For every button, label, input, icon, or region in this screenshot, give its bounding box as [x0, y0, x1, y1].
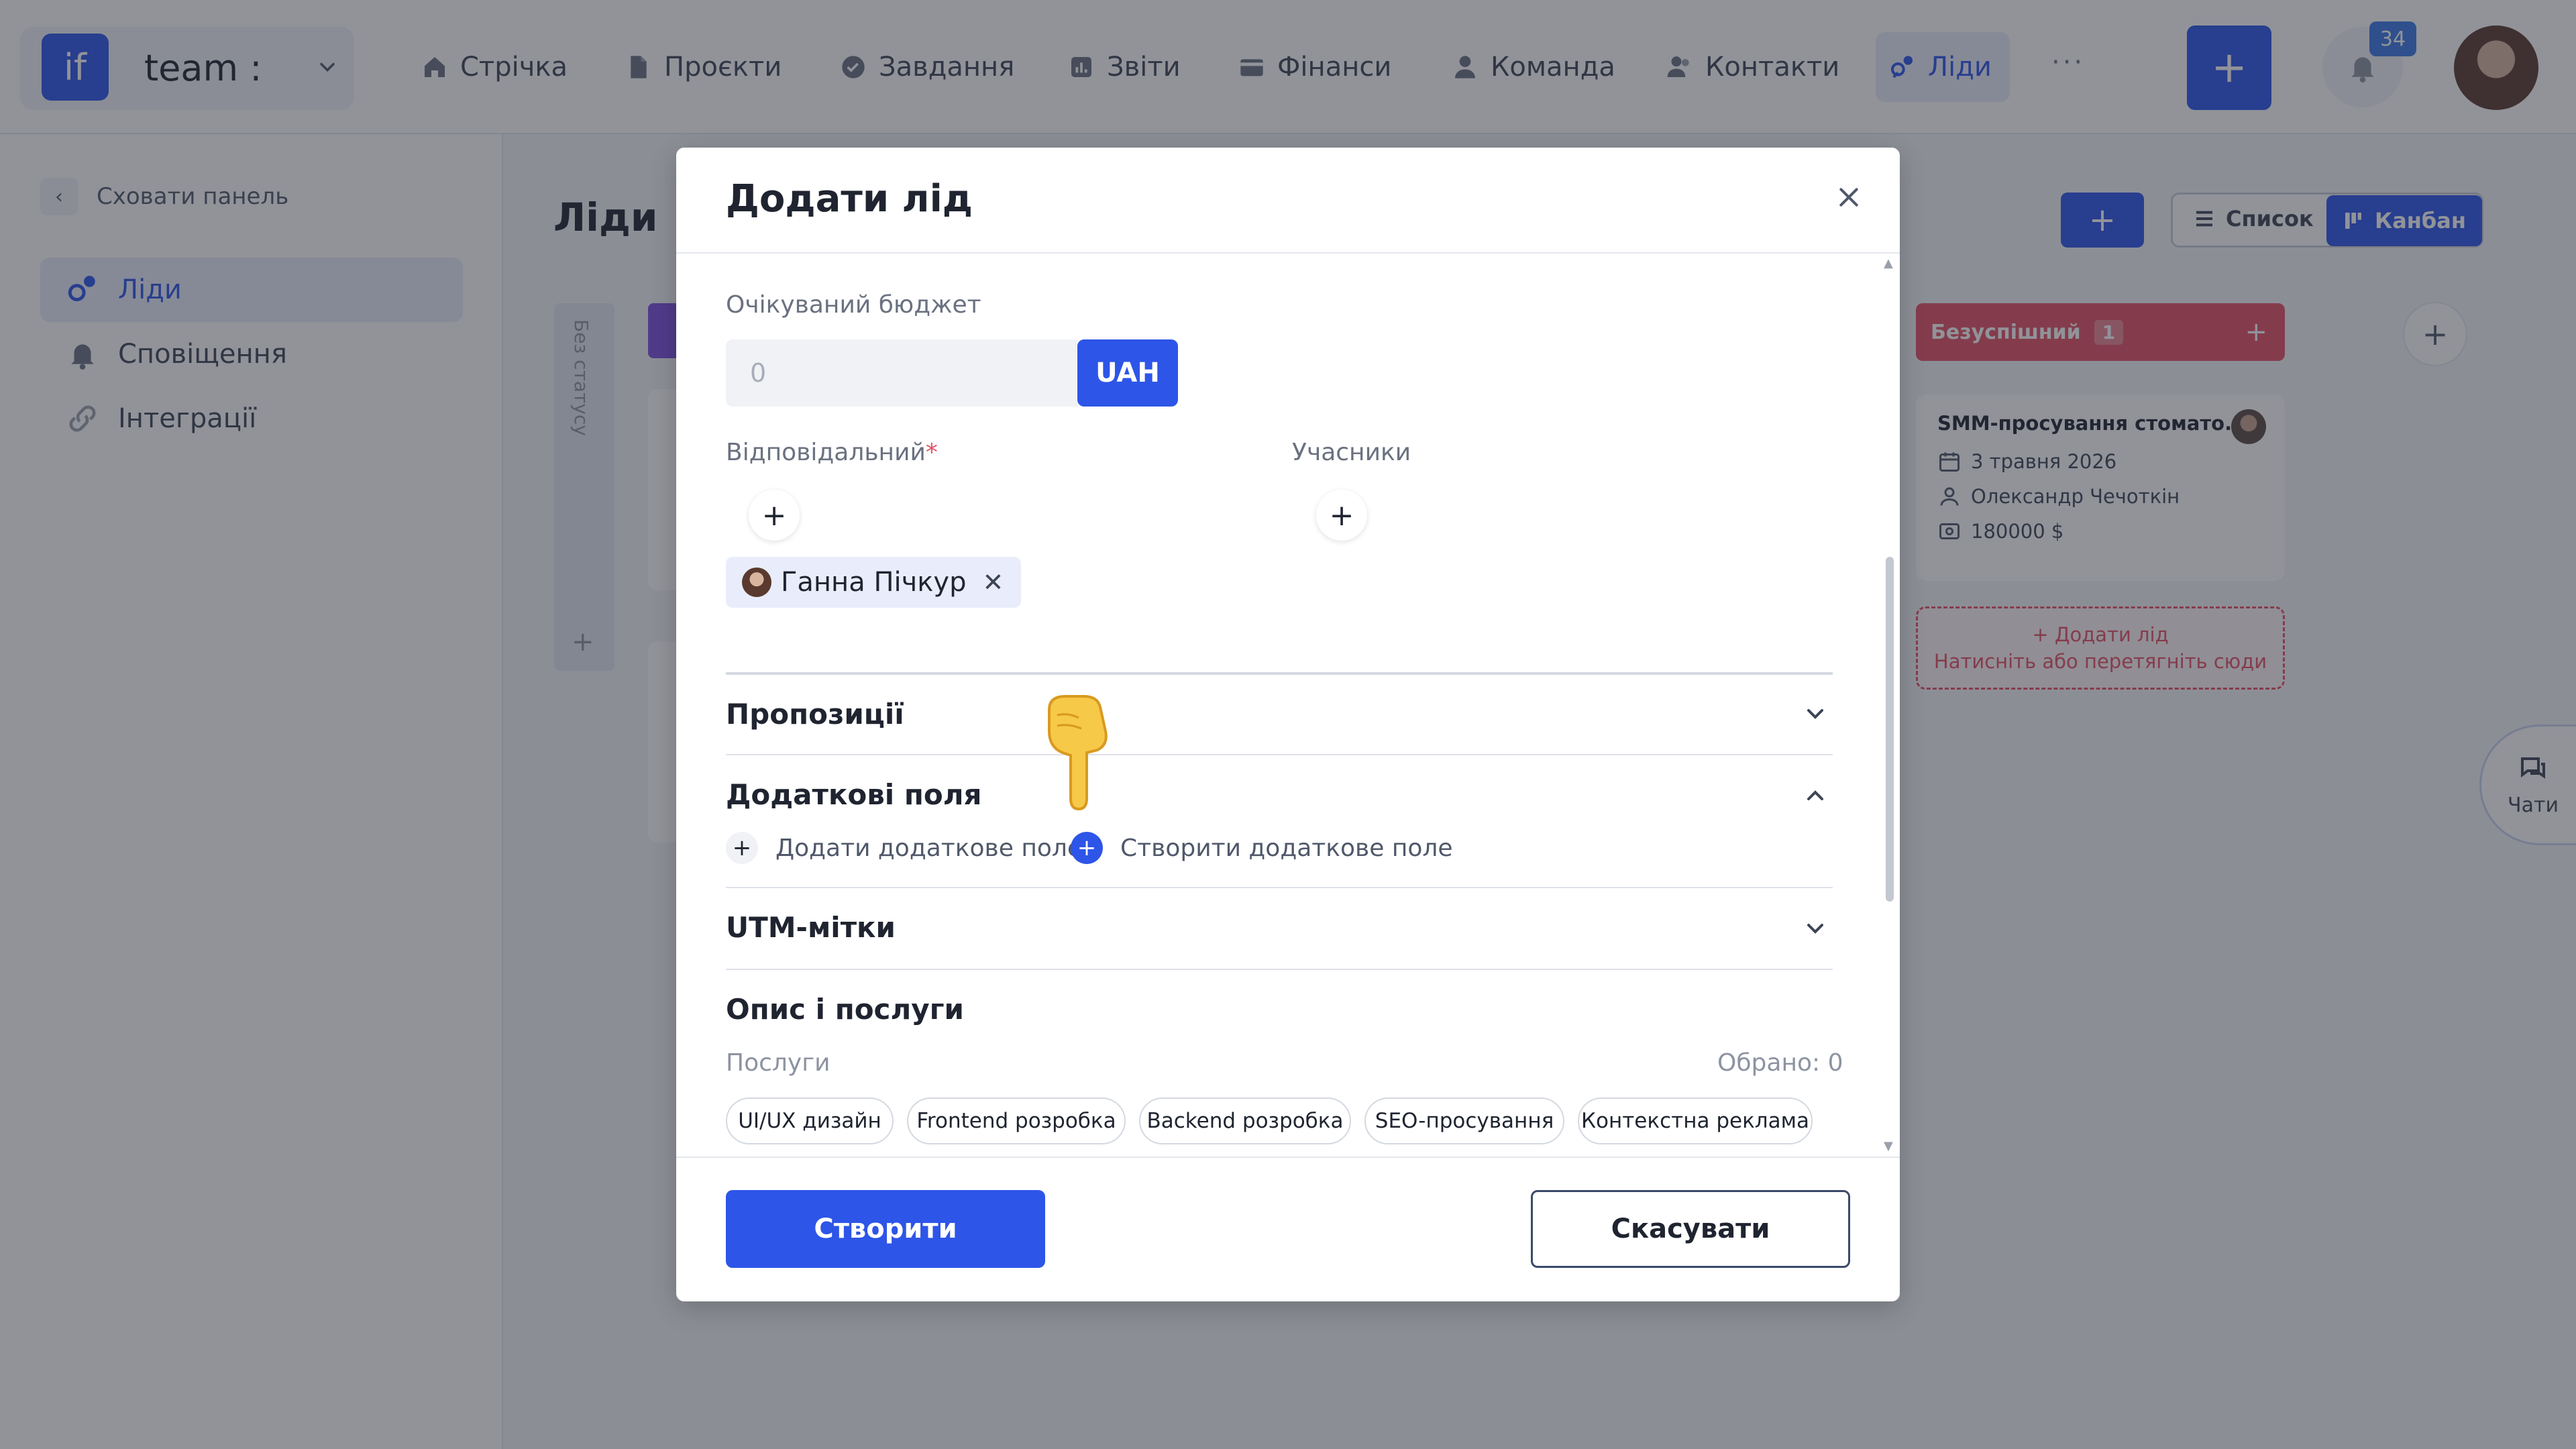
currency-selector[interactable]: UAH	[1077, 339, 1178, 407]
add-extra-field-button[interactable]: + Додати додаткове поле	[726, 832, 1082, 864]
scroll-down-icon[interactable]: ▼	[1884, 1139, 1893, 1153]
section-divider	[726, 672, 1833, 675]
section-divider	[726, 887, 1833, 888]
modal-title: Додати лід	[726, 177, 973, 221]
services-label: Послуги	[726, 1049, 830, 1077]
section-utm[interactable]: UTM-мітки	[726, 911, 896, 944]
plus-icon: +	[726, 832, 758, 864]
scroll-up-icon[interactable]: ▲	[1884, 256, 1893, 270]
chevron-down-icon[interactable]	[1802, 915, 1829, 942]
cancel-button[interactable]: Скасувати	[1531, 1190, 1850, 1268]
responsible-label: Відповідальний*	[726, 439, 938, 466]
modal-header-divider	[676, 252, 1900, 254]
service-tag[interactable]: UI/UX дизайн	[726, 1097, 894, 1144]
modal-footer-divider	[676, 1157, 1900, 1158]
section-proposals[interactable]: Пропозиції	[726, 698, 904, 731]
service-tag[interactable]: Backend розробка	[1139, 1097, 1351, 1144]
section-divider	[726, 969, 1833, 970]
pointing-hand-icon	[1048, 695, 1108, 811]
service-tag[interactable]: Контекстна реклама	[1578, 1097, 1813, 1144]
budget-input[interactable]	[726, 339, 1077, 407]
close-icon	[1839, 188, 1858, 207]
section-description: Опис і послуги	[726, 993, 964, 1026]
budget-label: Очікуваний бюджет	[726, 291, 981, 319]
close-button[interactable]	[1830, 178, 1868, 216]
section-divider	[726, 754, 1833, 755]
section-extra-fields[interactable]: Додаткові поля	[726, 778, 981, 811]
create-button[interactable]: Створити	[726, 1190, 1045, 1268]
scrollbar-thumb[interactable]	[1886, 557, 1894, 902]
chevron-up-icon[interactable]	[1802, 782, 1829, 809]
responsible-chip: Ганна Пічкур ✕	[726, 557, 1022, 608]
services-selected-count: Обрано: 0	[1717, 1049, 1843, 1077]
service-tag[interactable]: Frontend розробка	[907, 1097, 1126, 1144]
service-tag[interactable]: SEO-просування	[1364, 1097, 1564, 1144]
chevron-down-icon[interactable]	[1802, 700, 1829, 727]
create-extra-field-button[interactable]: + Створити додаткове поле	[1071, 832, 1453, 864]
add-participant-button[interactable]: +	[1316, 490, 1367, 541]
add-responsible-button[interactable]: +	[749, 490, 800, 541]
avatar	[742, 568, 771, 597]
remove-chip-icon[interactable]: ✕	[982, 568, 1004, 597]
plus-icon: +	[1071, 832, 1103, 864]
participants-label: Учасники	[1292, 439, 1411, 466]
